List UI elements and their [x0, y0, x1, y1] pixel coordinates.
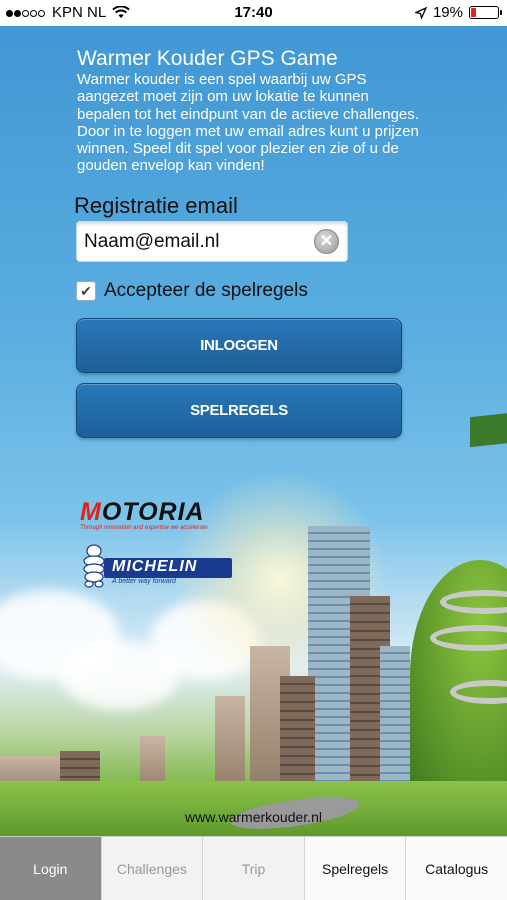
accept-rules-checkbox[interactable]: ✔: [76, 281, 96, 301]
motoria-logo: MOTORIA Through innovation and expertise…: [80, 498, 208, 531]
michelin-logo: MICHELIN A better way forward: [82, 544, 232, 588]
michelin-tagline: A better way forward: [112, 578, 176, 585]
battery-level: [471, 8, 476, 17]
clear-icon[interactable]: ✕: [314, 229, 339, 254]
email-label: Registratie email: [74, 193, 238, 218]
motoria-tagline: Through innovation and expertise we acce…: [80, 525, 208, 531]
intro-text: Warmer kouder is een spel waarbij uw GPS…: [77, 71, 419, 175]
battery-percentage: 19%: [432, 4, 463, 21]
tab-challenges[interactable]: Challenges: [102, 837, 204, 900]
tab-login[interactable]: Login: [0, 837, 102, 900]
email-field[interactable]: [84, 230, 309, 254]
michelin-logo-text: MICHELIN: [112, 558, 198, 575]
login-button[interactable]: INLOGGEN: [76, 318, 402, 373]
email-field-container: ✕: [76, 221, 348, 262]
battery-icon: [469, 6, 502, 19]
status-bar: KPN NL 17:40 19%: [0, 0, 507, 26]
tab-catalogus[interactable]: Catalogus: [406, 837, 507, 900]
motoria-logo-text: MOTORIA: [80, 498, 205, 526]
michelin-man-icon: [83, 544, 105, 588]
accept-rules-row: ✔ Accepteer de spelregels: [76, 280, 308, 302]
tab-spelregels[interactable]: Spelregels: [304, 837, 407, 900]
website-link[interactable]: www.warmerkouder.nl: [0, 809, 507, 825]
accept-rules-label: Accepteer de spelregels: [104, 280, 308, 301]
location-arrow-icon: [414, 6, 427, 19]
tab-trip[interactable]: Trip: [203, 837, 305, 900]
app-title: Warmer Kouder GPS Game: [77, 47, 338, 70]
tab-bar: Login Challenges Trip Spelregels Catalog…: [0, 836, 507, 900]
rules-button[interactable]: SPELREGELS: [76, 383, 402, 438]
